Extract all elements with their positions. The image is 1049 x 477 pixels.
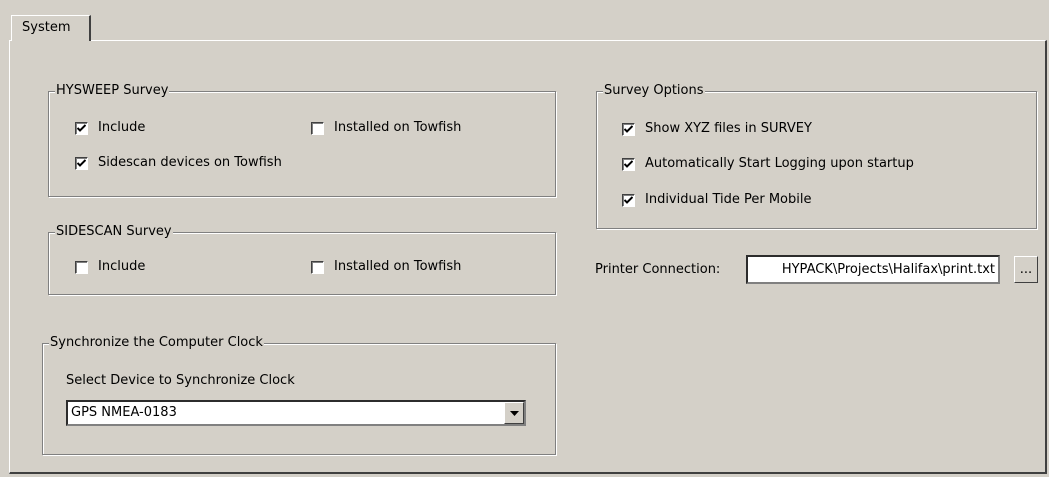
hysweep-include-label: Include [98,120,146,135]
printer-connection-value: HYPACK\Projects\Halifax\print.txt [781,262,995,277]
checkbox-box[interactable] [75,121,88,135]
browse-button-label: ... [1019,261,1033,277]
hysweep-sidescan-label: Sidescan devices on Towfish [98,155,282,170]
hysweep-towfish-label: Installed on Towfish [334,120,462,135]
hysweep-include-checkbox[interactable]: Include [75,120,145,136]
sidescan-include-checkbox[interactable]: Include [75,259,145,275]
sidescan-towfish-label: Installed on Towfish [334,259,462,274]
sync-clock-group: Synchronize the Computer Clock [42,335,556,455]
chevron-down-icon [509,410,519,416]
checkbox-box[interactable] [75,260,88,274]
printer-connection-label: Printer Connection: [595,262,721,277]
survey-options-legend: Survey Options [603,83,705,99]
sync-clock-legend: Synchronize the Computer Clock [49,335,264,351]
hysweep-sidescan-checkbox[interactable]: Sidescan devices on Towfish [75,155,282,171]
sync-device-prompt: Select Device to Synchronize Clock [66,373,295,388]
show-xyz-checkbox[interactable]: Show XYZ files in SURVEY [622,121,812,137]
sync-device-select[interactable]: GPS NMEA-0183 [66,400,526,426]
show-xyz-label: Show XYZ files in SURVEY [645,121,812,136]
checkbox-box[interactable] [311,121,324,135]
tab-system[interactable]: System [11,15,91,41]
sidescan-survey-legend: SIDESCAN Survey [55,224,173,240]
hysweep-towfish-checkbox[interactable]: Installed on Towfish [311,120,461,136]
tide-per-mobile-label: Individual Tide Per Mobile [645,192,812,207]
auto-log-label: Automatically Start Logging upon startup [645,156,914,171]
checkbox-box[interactable] [622,193,635,207]
checkbox-box[interactable] [622,157,635,171]
tide-per-mobile-checkbox[interactable]: Individual Tide Per Mobile [622,192,811,208]
tab-system-label: System [22,20,71,35]
checkbox-box[interactable] [311,260,324,274]
dropdown-button[interactable] [504,402,524,424]
sidescan-include-label: Include [98,259,146,274]
hysweep-survey-group: HYSWEEP Survey [48,83,556,197]
checkbox-box[interactable] [75,156,88,170]
sidescan-towfish-checkbox[interactable]: Installed on Towfish [311,259,461,275]
checkbox-box[interactable] [622,122,635,136]
printer-browse-button[interactable]: ... [1014,256,1038,283]
printer-connection-input[interactable]: HYPACK\Projects\Halifax\print.txt [746,255,1000,284]
auto-log-checkbox[interactable]: Automatically Start Logging upon startup [622,156,914,172]
hysweep-survey-legend: HYSWEEP Survey [55,83,170,99]
sync-device-selected: GPS NMEA-0183 [71,405,177,420]
